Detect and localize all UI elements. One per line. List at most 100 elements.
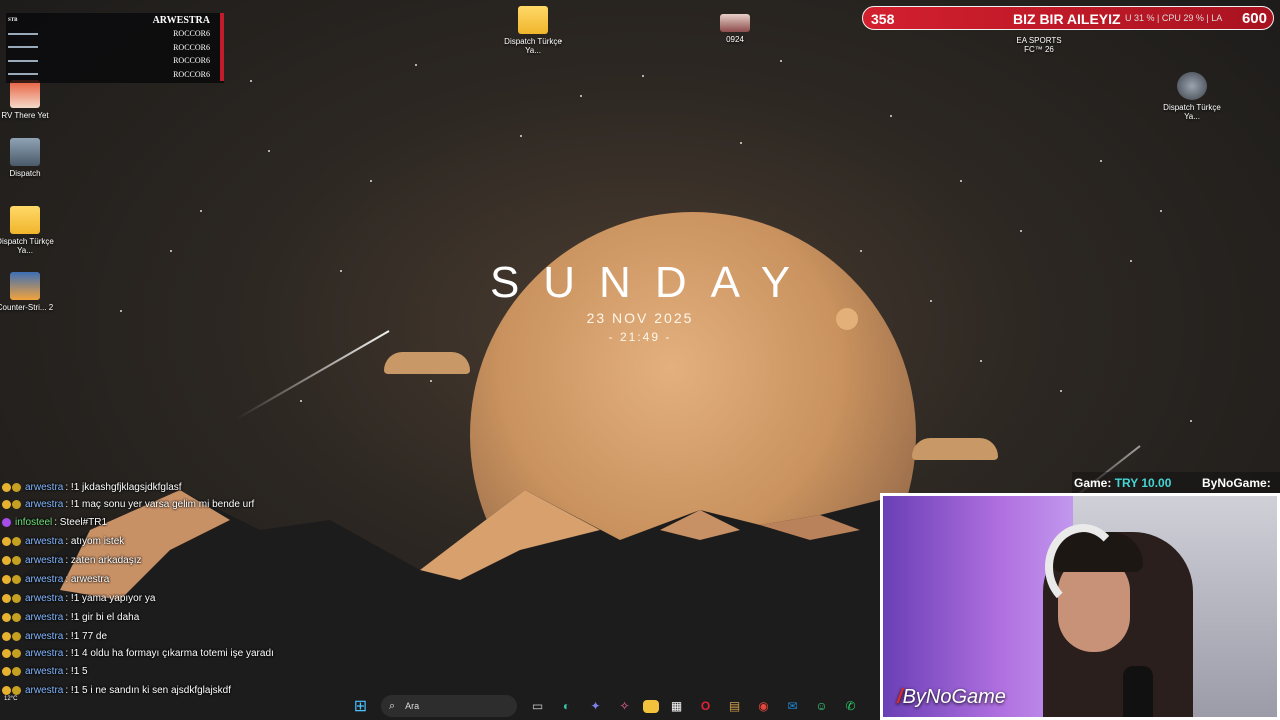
chat-username[interactable]: arwestra: [25, 648, 63, 659]
meteor-streak: [236, 330, 390, 420]
chat-text: : atıyom istek: [65, 536, 125, 547]
star: [740, 142, 742, 144]
chat-username[interactable]: arwestra: [25, 499, 63, 510]
chat-username[interactable]: infosteel: [15, 513, 52, 532]
task-view-icon[interactable]: ▭: [527, 695, 549, 717]
star: [960, 180, 962, 182]
desktop-icon-dispatch-folder[interactable]: Dispatch Türkçe Ya...: [0, 206, 56, 255]
opera-icon[interactable]: O: [695, 695, 717, 717]
desktop-icon-label: Counter-Stri... 2: [0, 303, 54, 312]
star: [642, 75, 644, 77]
chat-badge-icon: [12, 537, 21, 546]
roster-name: ROCCOR6: [173, 42, 210, 52]
star: [300, 400, 302, 402]
start-button[interactable]: ⊞: [350, 695, 372, 717]
chat-text: : !1 5 i ne sandın ki sen ajsdkfglajskdf: [65, 685, 232, 696]
star: [268, 150, 270, 152]
desktop-icon-label: Dispatch Türkçe Ya...: [504, 37, 562, 55]
outlook-icon[interactable]: ✉: [782, 695, 804, 717]
chat-message: arwestra: !1 yama yapıyor ya: [2, 589, 302, 608]
chat-username[interactable]: arwestra: [25, 589, 63, 608]
star: [890, 115, 892, 117]
file-explorer-icon[interactable]: [642, 699, 659, 713]
desktop-icon-rv-there-yet[interactable]: RV There Yet: [0, 80, 56, 120]
chat-username[interactable]: arwestra: [25, 570, 63, 589]
chat-text: : !1 77 de: [65, 631, 108, 642]
chat-message: arwestra: !1 jkdashgfjklagsjdkfglasf: [2, 478, 302, 497]
star: [1130, 260, 1132, 262]
star: [1020, 230, 1022, 232]
star: [980, 360, 982, 362]
whatsapp-icon[interactable]: ✆: [840, 695, 862, 717]
chat-badge-icon: [12, 686, 21, 695]
wallpaper-clock: SUNDAY 23 NOV 2025 - 21:49 -: [440, 258, 840, 344]
chat-text: : !1 4 oldu ha formayı çıkarma totemi iş…: [65, 648, 274, 659]
star: [520, 135, 522, 137]
chrome-icon[interactable]: ◉: [753, 695, 775, 717]
teams-icon[interactable]: ✦: [585, 695, 607, 717]
roster-name: ROCCOR6: [173, 29, 210, 39]
donation-prefix: Game:: [1074, 476, 1112, 490]
chat-username[interactable]: arwestra: [25, 608, 63, 627]
desktop-icon-counter-strike[interactable]: Counter-Stri... 2: [0, 272, 56, 312]
weather-widget[interactable]: 12°C: [4, 696, 17, 702]
roster-row: ROCCOR6: [6, 54, 224, 68]
chat-badge-icon: [12, 648, 21, 658]
chat-username[interactable]: arwestra: [25, 478, 63, 497]
chat-text: : !1 yama yapıyor ya: [65, 593, 156, 604]
taskbar-search[interactable]: ⌕ Ara: [381, 695, 517, 717]
chat-badge-icon: [2, 613, 11, 622]
health-bar: [8, 32, 38, 35]
health-bar: [8, 73, 38, 76]
donation-ticker: Game: TRY 10.00 ByNoGame:: [1072, 472, 1280, 494]
chat-badge-icon: [2, 648, 11, 658]
store-icon[interactable]: ▦: [666, 695, 688, 717]
chat-text: : !1 gir bi el daha: [65, 612, 140, 623]
star: [1190, 420, 1192, 422]
donation-next: ByNoGame:: [1202, 476, 1271, 490]
star: [170, 250, 172, 252]
edge-icon[interactable]: ◐: [556, 695, 578, 717]
chat-text: : !1 jkdashgfjklagsjdkfglasf: [65, 482, 182, 493]
headset: [1045, 524, 1121, 610]
chat-username[interactable]: arwestra: [25, 532, 63, 551]
chat-badge-icon: [12, 594, 21, 603]
roster-name: ROCCOR6: [173, 56, 210, 66]
roster-name: ROCCOR6: [173, 69, 210, 79]
chat-username[interactable]: arwestra: [25, 551, 63, 570]
desktop-icon-dispatch-folder-top[interactable]: Dispatch Türkçe Ya...: [502, 6, 564, 55]
donation-entry: Game: TRY 10.00: [1074, 476, 1171, 490]
star: [430, 380, 432, 382]
chat-username[interactable]: arwestra: [25, 681, 63, 700]
taskbar: ⊞ ⌕ Ara ▭ ◐ ✦ ✧ ▦ O ▤ ◉ ✉ ☺ ✆: [346, 692, 880, 720]
banner-count: 358: [871, 11, 895, 27]
star: [1060, 390, 1062, 392]
chat-username[interactable]: arwestra: [25, 662, 63, 681]
stream-banner: 358 BIZ BIR AILEYIZ U 31 % | CPU 29 % | …: [862, 6, 1274, 30]
chat-message: arwestra: !1 4 oldu ha formayı çıkarma t…: [2, 646, 302, 662]
desktop-icon-0924[interactable]: 0924: [704, 14, 766, 44]
chat-username[interactable]: arwestra: [25, 627, 63, 646]
star: [200, 210, 202, 212]
desktop-icon-dispatch-right[interactable]: Dispatch Türkçe Ya...: [1161, 72, 1223, 121]
chat-text: : arwestra: [65, 574, 110, 585]
webcam-logo: /ByNoGame: [897, 686, 1006, 709]
discord-icon[interactable]: ☺: [811, 695, 833, 717]
desktop-icon-dispatch[interactable]: Dispatch: [0, 138, 56, 178]
roster-row: ROCCOR6: [6, 27, 224, 41]
logo-text: ByNoGame: [902, 686, 1006, 708]
winrar-icon[interactable]: ▤: [724, 695, 746, 717]
chat-badge-icon: [2, 632, 11, 641]
chat-message: arwestra: !1 maç sonu yer varsa gelim mi…: [2, 497, 302, 513]
chat-badge-icon: [12, 667, 21, 676]
star: [930, 300, 932, 302]
copilot-icon[interactable]: ✧: [614, 695, 636, 717]
desktop-icon-ea-sports-fc[interactable]: EA SPORTS FC™ 26: [1008, 36, 1070, 54]
chat-badge-icon: [2, 667, 11, 676]
desktop-icon-label: Dispatch Türkçe Ya...: [0, 237, 54, 255]
chat-badge-icon: [2, 483, 11, 492]
chat-badge-icon: [2, 594, 11, 603]
chat-message: infosteel: Steel#TR1: [2, 513, 302, 532]
chat-message: arwestra: zaten arkadaşız: [2, 551, 302, 570]
microphone: [1123, 666, 1153, 717]
